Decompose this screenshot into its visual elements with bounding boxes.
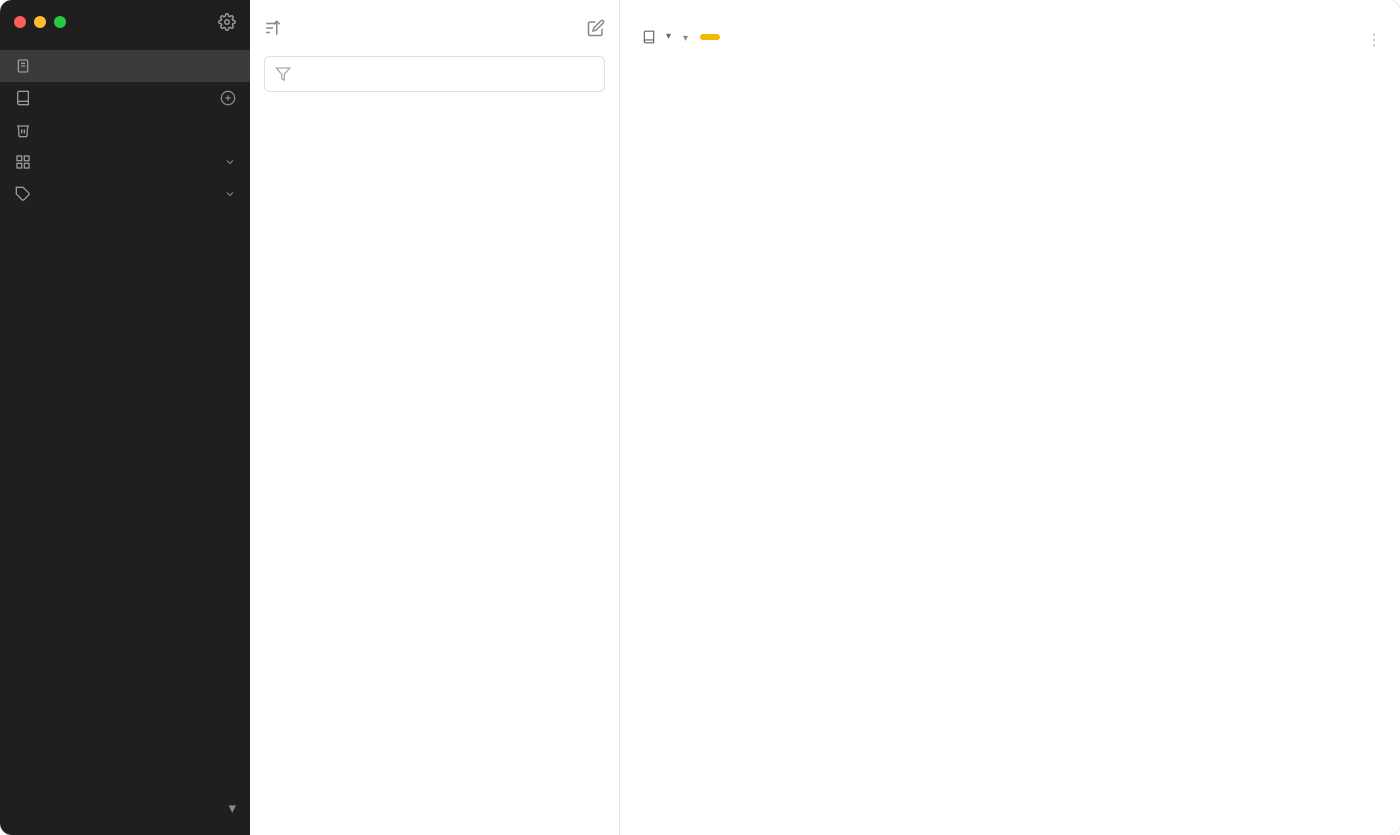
more-icon[interactable]: ⋮ [1366,30,1382,50]
chevron-down-icon [224,188,236,200]
sidebar-tags[interactable] [0,178,250,210]
book-icon [14,90,32,106]
window-controls [0,0,250,44]
sidebar-all-notes[interactable] [0,50,250,82]
minimize-window-button[interactable] [34,16,46,28]
editor-meta-bar: ▾ ▾ [620,28,1400,57]
editor-panel: ⋮ ▾ ▾ [620,0,1400,835]
status-selector[interactable]: ▾ [683,28,688,45]
gear-icon[interactable] [218,13,236,31]
chevron-down-icon: ▾ [666,31,671,42]
nav-tree [0,44,250,789]
editor-title[interactable] [620,0,1400,28]
filter-input[interactable] [299,65,594,83]
sidebar: ▾ [0,0,250,835]
code-editor[interactable] [620,57,1400,835]
notes-scroll[interactable] [250,104,619,835]
filter-input-container[interactable] [264,56,605,92]
note-list-panel [250,0,620,835]
editor-tag-pill[interactable] [700,34,720,40]
sort-icon[interactable] [264,19,282,37]
compose-icon[interactable] [587,19,605,37]
sidebar-trash[interactable] [0,114,250,146]
chevron-down-icon: ▾ [228,799,236,817]
tag-icon [14,186,32,202]
maximize-window-button[interactable] [54,16,66,28]
status-icon [14,154,32,170]
notebook-selector[interactable]: ▾ [642,30,671,44]
filter-icon [275,66,291,82]
chevron-down-icon [224,156,236,168]
sidebar-notebooks[interactable] [0,82,250,114]
user-menu[interactable]: ▾ [14,799,236,817]
chevron-down-icon: ▾ [683,33,688,44]
add-notebook-icon[interactable] [220,90,236,106]
sidebar-status[interactable] [0,146,250,178]
note-icon [14,58,32,74]
sidebar-footer: ▾ [0,789,250,835]
trash-icon [14,122,32,138]
close-window-button[interactable] [14,16,26,28]
list-header [250,0,619,56]
